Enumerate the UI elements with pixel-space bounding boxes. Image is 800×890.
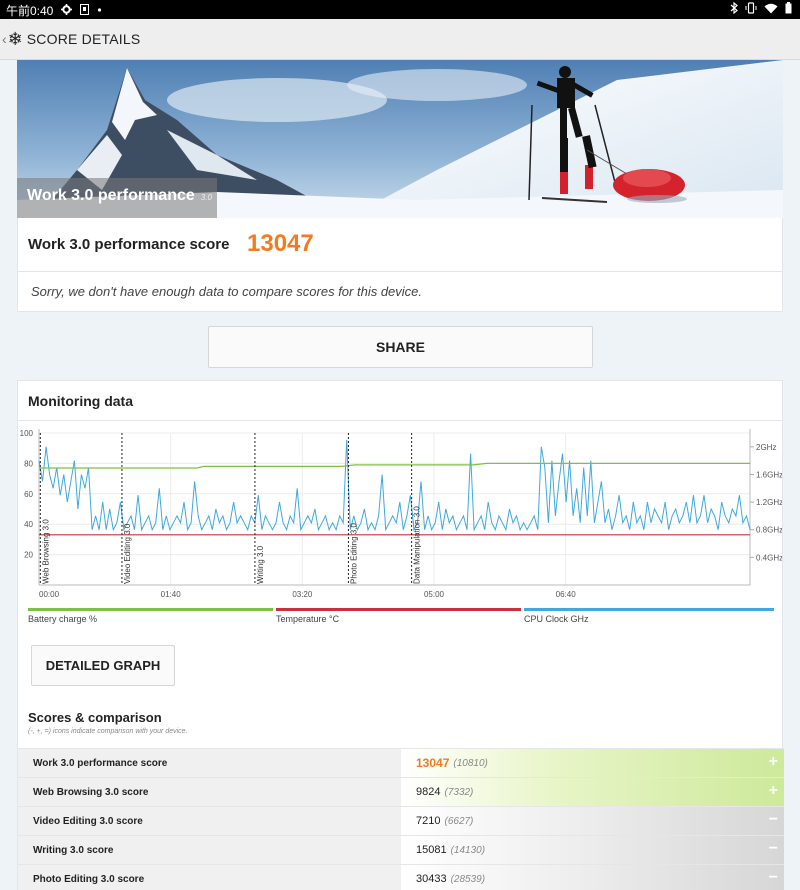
monitoring-panel: Monitoring data 100 80 60 40 20 2GHz 1.6GHz 1.2… xyxy=(17,380,784,890)
score-row-value-cell: 7210 (6627) − xyxy=(401,807,784,835)
comparison-note: Sorry, we don't have enough data to comp… xyxy=(31,284,423,299)
score-row-value: 13047 xyxy=(416,756,450,770)
segment-marker-label: Photo Editing 3.0 xyxy=(349,523,358,584)
minus-icon: − xyxy=(768,869,778,886)
score-row-value: 7210 xyxy=(416,815,441,827)
score-row-reference: (7332) xyxy=(444,786,474,798)
y-tick-label: 80 xyxy=(24,459,33,468)
x-tick-label: 05:00 xyxy=(424,590,445,599)
hero-title: Work 3.0 performance 3.0 xyxy=(27,187,212,205)
score-row[interactable]: Photo Editing 3.0 score 30433 (28539) − xyxy=(18,864,784,890)
legend-battery: Battery charge % xyxy=(28,608,273,626)
series-cpu-clock-line xyxy=(38,439,751,532)
wifi-icon xyxy=(764,3,778,17)
status-time: 午前0:40 xyxy=(6,4,54,18)
score-summary: Work 3.0 performance score 13047 xyxy=(17,218,783,271)
hero-version: 3.0 xyxy=(200,193,212,202)
y2-tick-label: 2GHz xyxy=(756,443,776,452)
legend-battery-label: Battery charge % xyxy=(28,614,98,624)
legend-cpu-swatch xyxy=(524,608,774,611)
score-row-value: 15081 xyxy=(416,844,447,856)
segment-marker-label: Data Manipulation 3.0 xyxy=(413,506,422,584)
y2-tick-label: 0.8GHz xyxy=(756,526,782,535)
score-row-value: 30433 xyxy=(416,873,447,885)
legend-cpu: CPU Clock GHz xyxy=(524,608,774,626)
legend-battery-swatch xyxy=(28,608,273,611)
score-label: Work 3.0 performance score xyxy=(28,236,230,253)
detailed-graph-button[interactable]: DETAILED GRAPH xyxy=(31,645,175,686)
monitoring-chart[interactable]: 100 80 60 40 20 2GHz 1.6GHz 1.2GHz 0.8GHz 0.4GHz 0… xyxy=(18,421,782,601)
legend-temperature: Temperature °C xyxy=(276,608,521,626)
hero-title-text: Work 3.0 performance xyxy=(27,187,195,204)
legend-temperature-swatch xyxy=(276,608,521,611)
y2-tick-label: 0.4GHz xyxy=(756,553,782,562)
legend-cpu-label: CPU Clock GHz xyxy=(524,614,589,624)
score-value: 13047 xyxy=(247,230,314,257)
dot-icon xyxy=(97,4,102,18)
score-row-value-cell: 9824 (7332) + xyxy=(401,778,784,806)
score-row[interactable]: Writing 3.0 score 15081 (14130) − xyxy=(18,835,784,864)
battery-icon xyxy=(785,2,792,17)
bluetooth-icon xyxy=(730,1,738,17)
score-row[interactable]: Work 3.0 performance score 13047 (10810) + xyxy=(18,748,784,777)
y-tick-label: 40 xyxy=(24,520,33,529)
scores-note: (-, +, =) icons indicate comparison with… xyxy=(28,728,188,735)
series-battery-line xyxy=(39,462,750,469)
share-button[interactable]: SHARE xyxy=(208,326,593,368)
back-icon[interactable]: ‹ xyxy=(2,31,7,47)
legend-temperature-label: Temperature °C xyxy=(276,614,340,624)
scores-table: Work 3.0 performance score 13047 (10810) + W… xyxy=(18,748,784,890)
score-row-value-cell: 13047 (10810) + xyxy=(401,749,784,777)
score-row-reference: (14130) xyxy=(450,844,486,856)
score-row-reference: (6627) xyxy=(444,815,474,827)
page-title: SCORE DETAILS xyxy=(26,31,141,47)
plus-icon: + xyxy=(768,782,778,799)
score-row-reference: (10810) xyxy=(453,757,488,769)
scores-title: Scores & comparison xyxy=(28,710,162,725)
app-bar: ‹ ❄ SCORE DETAILS xyxy=(0,19,800,60)
segment-marker-label: Video Editing 3.0 xyxy=(123,523,132,584)
score-row-name: Photo Editing 3.0 score xyxy=(18,865,401,890)
score-row-reference: (28539) xyxy=(450,873,486,885)
x-tick-label: 01:40 xyxy=(161,590,182,599)
comparison-note-row: Sorry, we don't have enough data to comp… xyxy=(17,271,783,312)
y-tick-label: 20 xyxy=(24,551,33,560)
score-row[interactable]: Web Browsing 3.0 score 9824 (7332) + xyxy=(18,777,784,806)
snowflake-logo-icon[interactable]: ❄ xyxy=(8,30,23,48)
x-tick-label: 00:00 xyxy=(39,590,60,599)
y2-tick-label: 1.2GHz xyxy=(756,498,782,507)
score-row-name: Video Editing 3.0 score xyxy=(18,807,401,835)
vibrate-icon xyxy=(745,2,757,17)
gear-icon xyxy=(61,3,73,18)
score-row-value-cell: 30433 (28539) − xyxy=(401,865,784,890)
score-row-name: Work 3.0 performance score xyxy=(18,749,401,777)
x-tick-label: 06:40 xyxy=(556,590,577,599)
monitoring-title: Monitoring data xyxy=(28,393,133,409)
score-row[interactable]: Video Editing 3.0 score 7210 (6627) − xyxy=(18,806,784,835)
hero-image: Work 3.0 performance 3.0 xyxy=(17,60,783,218)
y-tick-label: 100 xyxy=(20,429,34,438)
segment-marker-label: Web Browsing 3.0 xyxy=(41,519,50,584)
minus-icon: − xyxy=(768,840,778,857)
score-row-name: Web Browsing 3.0 score xyxy=(18,778,401,806)
segment-marker-label: Writing 3.0 xyxy=(256,545,265,584)
score-row-value: 9824 xyxy=(416,786,441,798)
minus-icon: − xyxy=(768,811,778,828)
status-bar: 午前0:40 xyxy=(0,0,800,19)
y2-tick-label: 1.6GHz xyxy=(756,470,782,479)
x-tick-label: 03:20 xyxy=(292,590,313,599)
score-row-name: Writing 3.0 score xyxy=(18,836,401,864)
y-tick-label: 60 xyxy=(24,490,33,499)
score-row-value-cell: 15081 (14130) − xyxy=(401,836,784,864)
plus-icon: + xyxy=(768,753,778,770)
sim-icon xyxy=(80,3,90,18)
